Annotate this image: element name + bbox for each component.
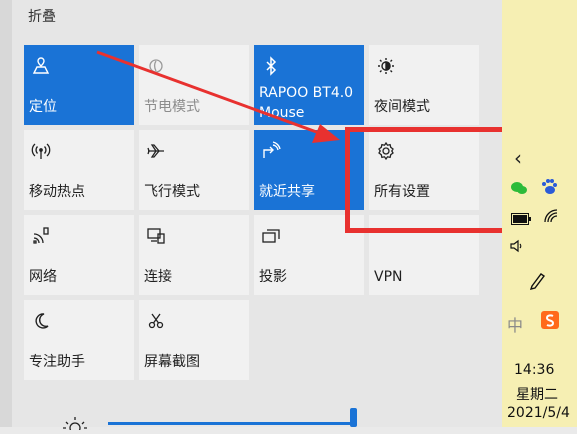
ime-mode[interactable]: 中 — [507, 312, 523, 336]
annotation-arrow — [96, 50, 340, 143]
baidu-paw-icon[interactable] — [540, 178, 558, 200]
volume-icon[interactable] — [509, 238, 525, 258]
battery-icon[interactable] — [511, 210, 531, 229]
clock-time[interactable]: 14:36 — [514, 362, 554, 378]
brightness-slider-thumb[interactable] — [350, 408, 357, 427]
chevron-left-icon[interactable]: ‹ — [514, 146, 522, 170]
clock-date[interactable]: 2021/5/4 — [507, 405, 570, 421]
sogou-ime-icon[interactable] — [540, 310, 560, 334]
brightness-icon — [60, 410, 90, 434]
brightness-slider-track[interactable] — [108, 422, 353, 425]
wechat-icon[interactable] — [510, 180, 528, 200]
clock-weekday[interactable]: 星期二 — [516, 384, 558, 404]
wifi-icon[interactable] — [543, 208, 561, 228]
pen-icon[interactable] — [528, 270, 548, 294]
